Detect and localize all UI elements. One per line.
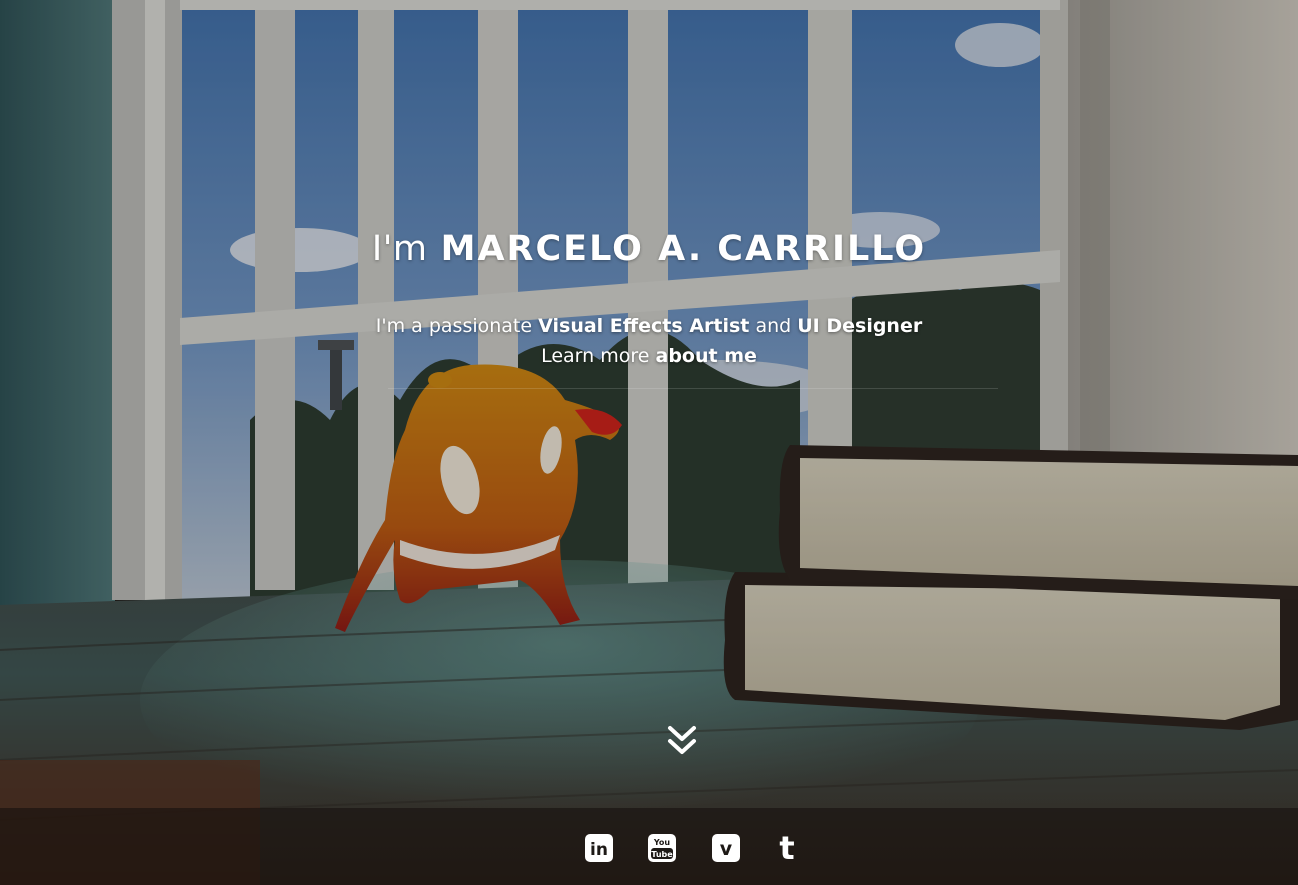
tagline-and: and	[755, 315, 792, 337]
svg-text:t: t	[779, 833, 794, 863]
svg-text:You: You	[653, 838, 671, 847]
linkedin-icon[interactable]: in	[584, 833, 614, 863]
about-me-link[interactable]: about me	[656, 345, 757, 367]
hero-tagline: I'm a passionate Visual Effects Artist a…	[0, 311, 1298, 371]
tagline-start: I'm a passionate	[375, 315, 533, 337]
vimeo-icon[interactable]: v	[711, 833, 741, 863]
learn-more-prefix: Learn more	[541, 345, 650, 367]
hero-greeting-prefix: I'm	[371, 229, 428, 269]
svg-text:in: in	[590, 840, 608, 860]
youtube-icon[interactable]: You Tube	[647, 833, 677, 863]
tumblr-icon[interactable]: t	[772, 829, 802, 867]
hero-tagline-line-1: I'm a passionate Visual Effects Artist a…	[0, 311, 1298, 341]
hero-overlay	[0, 0, 1298, 885]
double-chevron-down-icon[interactable]	[664, 724, 700, 758]
svg-text:Tube: Tube	[651, 850, 673, 859]
hero-section: I'm MARCELO A. CARRILLO I'm a passionate…	[0, 0, 1298, 885]
hero-divider	[388, 388, 998, 389]
hero-name: MARCELO A. CARRILLO	[440, 229, 927, 269]
role-ui-designer: UI Designer	[797, 315, 923, 337]
svg-text:v: v	[720, 838, 733, 860]
hero-tagline-line-2: Learn more about me	[0, 341, 1298, 371]
hero-title: I'm MARCELO A. CARRILLO	[0, 226, 1298, 272]
role-visual-effects: Visual Effects Artist	[538, 315, 750, 337]
